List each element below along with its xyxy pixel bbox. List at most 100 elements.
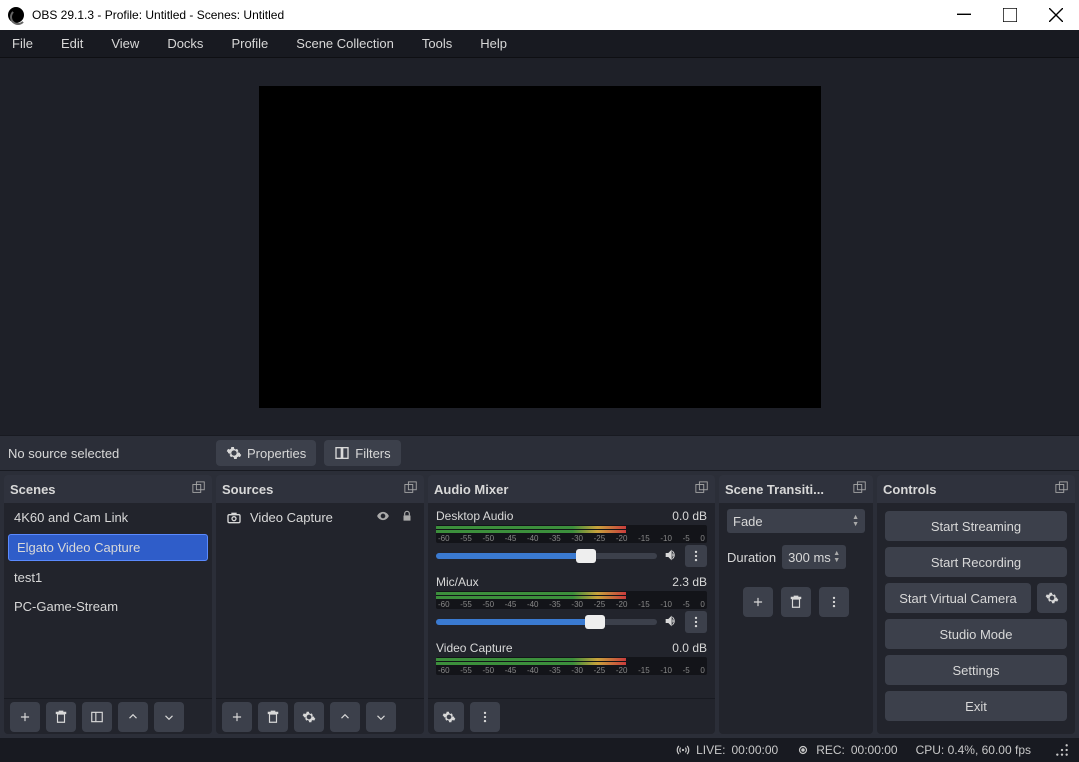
scene-item[interactable]: Elgato Video Capture — [8, 534, 208, 561]
scenes-list: 4K60 and Cam LinkElgato Video Capturetes… — [4, 503, 212, 698]
trash-icon — [789, 595, 803, 609]
scene-item[interactable]: 4K60 and Cam Link — [4, 503, 212, 532]
add-scene-button[interactable] — [10, 702, 40, 732]
window-title: OBS 29.1.3 - Profile: Untitled - Scenes:… — [32, 8, 284, 22]
dots-vertical-icon — [827, 595, 841, 609]
scenes-title: Scenes — [10, 482, 56, 497]
scene-filters-button[interactable] — [82, 702, 112, 732]
scene-down-button[interactable] — [154, 702, 184, 732]
controls-title: Controls — [883, 482, 936, 497]
advanced-audio-button[interactable] — [434, 702, 464, 732]
gear-icon — [1045, 591, 1059, 605]
scenes-dock: Scenes 4K60 and Cam LinkElgato Video Cap… — [4, 475, 212, 734]
dots-vertical-icon — [689, 615, 703, 629]
sources-list: Video Capture — [216, 503, 424, 698]
scene-up-button[interactable] — [118, 702, 148, 732]
scene-item[interactable]: PC-Game-Stream — [4, 592, 212, 621]
no-source-message: No source selected — [8, 446, 208, 461]
audio-menu-button[interactable] — [685, 545, 707, 567]
properties-button[interactable]: Properties — [216, 440, 316, 466]
plus-icon — [751, 595, 765, 609]
dots-vertical-icon — [689, 549, 703, 563]
remove-source-button[interactable] — [258, 702, 288, 732]
popout-icon[interactable] — [695, 481, 709, 498]
audio-menu-button[interactable] — [470, 702, 500, 732]
scene-item[interactable]: test1 — [4, 563, 212, 592]
duration-value: 300 ms — [788, 550, 831, 565]
menu-file[interactable]: File — [8, 34, 37, 53]
audio-channel: Desktop Audio0.0 dB-60-55-50-45-40-35-30… — [428, 503, 715, 569]
statusbar: LIVE: 00:00:00 REC: 00:00:00 CPU: 0.4%, … — [0, 738, 1079, 762]
volume-slider[interactable] — [436, 619, 657, 625]
minimize-button[interactable] — [941, 0, 987, 30]
panel-icon — [90, 710, 104, 724]
source-down-button[interactable] — [366, 702, 396, 732]
maximize-button[interactable] — [987, 0, 1033, 30]
live-label: LIVE: — [696, 743, 725, 757]
audio-channel-db: 2.3 dB — [672, 575, 707, 589]
popout-icon[interactable] — [404, 481, 418, 498]
start-recording-button[interactable]: Start Recording — [885, 547, 1067, 577]
status-cpu: CPU: 0.4%, 60.00 fps — [916, 743, 1031, 757]
remove-scene-button[interactable] — [46, 702, 76, 732]
audio-channel: Mic/Aux2.3 dB-60-55-50-45-40-35-30-25-20… — [428, 569, 715, 635]
speaker-icon[interactable] — [663, 613, 679, 632]
chevron-up-icon — [126, 710, 140, 724]
remove-transition-button[interactable] — [781, 587, 811, 617]
virtual-camera-settings-button[interactable] — [1037, 583, 1067, 613]
status-live: LIVE: 00:00:00 — [676, 743, 778, 757]
menu-tools[interactable]: Tools — [418, 34, 456, 53]
chevron-down-icon — [374, 710, 388, 724]
popout-icon[interactable] — [192, 481, 206, 498]
record-icon — [796, 743, 810, 757]
start-virtual-camera-button[interactable]: Start Virtual Camera — [885, 583, 1031, 613]
audio-mixer-dock: Audio Mixer Desktop Audio0.0 dB-60-55-50… — [428, 475, 715, 734]
sources-title: Sources — [222, 482, 273, 497]
add-source-button[interactable] — [222, 702, 252, 732]
audio-meter: -60-55-50-45-40-35-30-25-20-15-10-50 — [436, 591, 707, 609]
settings-button[interactable]: Settings — [885, 655, 1067, 685]
speaker-icon[interactable] — [663, 547, 679, 566]
resize-grip-icon[interactable] — [1055, 743, 1069, 757]
menu-scene-collection[interactable]: Scene Collection — [292, 34, 398, 53]
volume-slider[interactable] — [436, 553, 657, 559]
exit-button[interactable]: Exit — [885, 691, 1067, 721]
live-time: 00:00:00 — [731, 743, 778, 757]
preview-canvas[interactable] — [259, 86, 821, 408]
transitions-body: Fade ▲▼ Duration 300 ms ▲▼ — [719, 503, 873, 734]
close-button[interactable] — [1033, 0, 1079, 30]
transition-select[interactable]: Fade ▲▼ — [727, 509, 865, 533]
source-item[interactable]: Video Capture — [216, 503, 424, 532]
filters-button[interactable]: Filters — [324, 440, 400, 466]
filters-icon — [334, 445, 350, 461]
menu-help[interactable]: Help — [476, 34, 511, 53]
plus-icon — [230, 710, 244, 724]
eye-icon[interactable] — [376, 509, 390, 526]
menu-profile[interactable]: Profile — [227, 34, 272, 53]
sources-dock: Sources Video Capture — [216, 475, 424, 734]
popout-icon[interactable] — [853, 481, 867, 498]
rec-label: REC: — [816, 743, 845, 757]
menu-edit[interactable]: Edit — [57, 34, 87, 53]
filters-label: Filters — [355, 446, 390, 461]
lock-icon[interactable] — [400, 509, 414, 526]
add-transition-button[interactable] — [743, 587, 773, 617]
start-streaming-button[interactable]: Start Streaming — [885, 511, 1067, 541]
duration-spinbox[interactable]: 300 ms ▲▼ — [782, 545, 846, 569]
gear-icon — [226, 445, 242, 461]
audio-mixer-title: Audio Mixer — [434, 482, 508, 497]
transition-menu-button[interactable] — [819, 587, 849, 617]
source-up-button[interactable] — [330, 702, 360, 732]
docks-row: Scenes 4K60 and Cam LinkElgato Video Cap… — [0, 471, 1079, 738]
menu-docks[interactable]: Docks — [163, 34, 207, 53]
source-properties-button[interactable] — [294, 702, 324, 732]
preview-area — [0, 58, 1079, 435]
audio-menu-button[interactable] — [685, 611, 707, 633]
select-arrows-icon: ▲▼ — [852, 514, 859, 528]
audio-channel-name: Desktop Audio — [436, 509, 513, 523]
studio-mode-button[interactable]: Studio Mode — [885, 619, 1067, 649]
popout-icon[interactable] — [1055, 481, 1069, 498]
controls-dock: Controls Start Streaming Start Recording… — [877, 475, 1075, 734]
menu-view[interactable]: View — [107, 34, 143, 53]
transitions-dock: Scene Transiti... Fade ▲▼ Duration 300 m… — [719, 475, 873, 734]
